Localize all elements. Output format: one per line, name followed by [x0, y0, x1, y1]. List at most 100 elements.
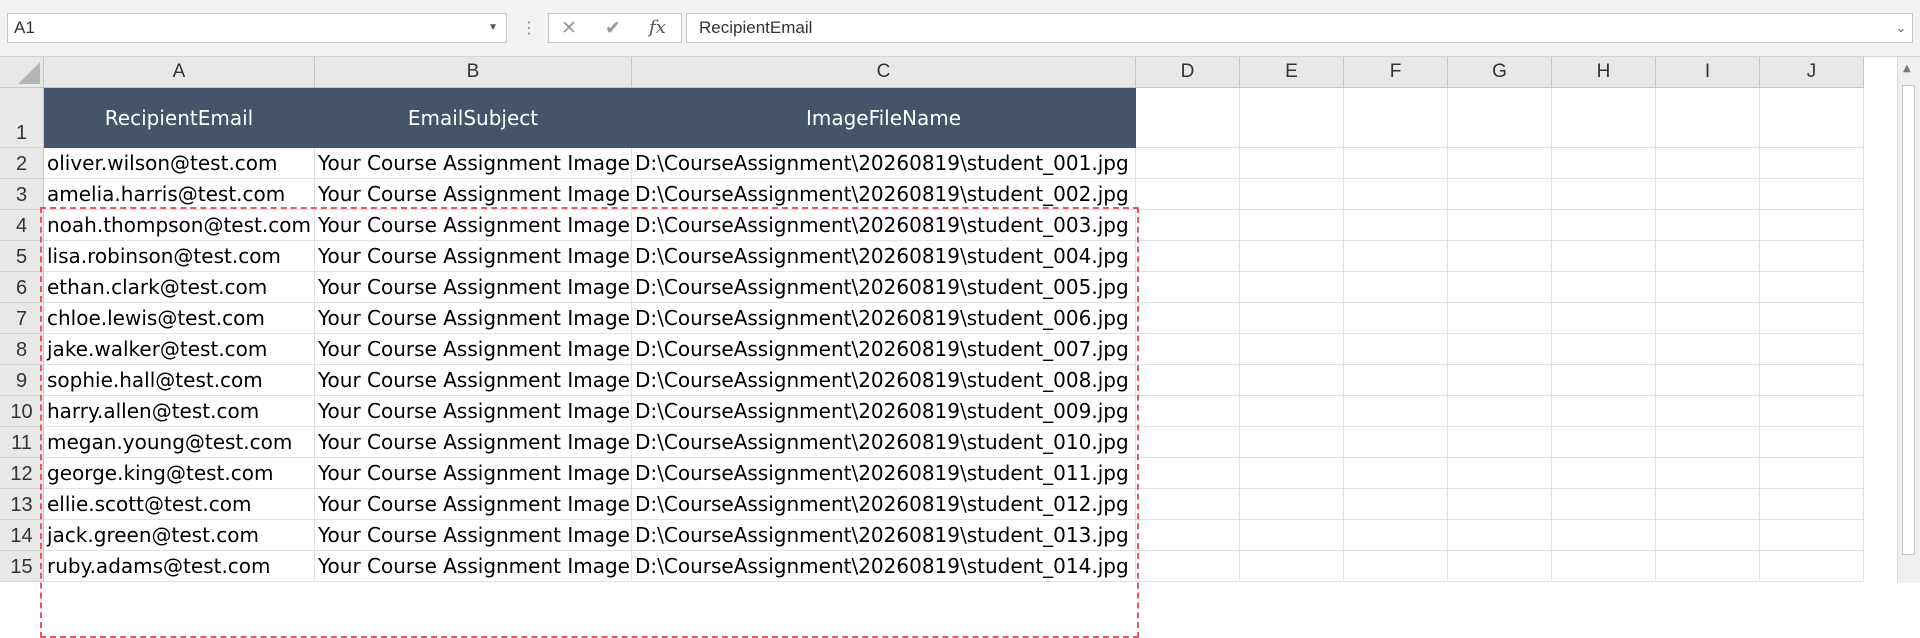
empty-cell[interactable] — [1136, 334, 1240, 365]
row-header[interactable]: 6 — [0, 272, 44, 303]
empty-cell[interactable] — [1344, 365, 1448, 396]
empty-cell[interactable] — [1344, 489, 1448, 520]
empty-cell[interactable] — [1344, 334, 1448, 365]
row-header[interactable]: 15 — [0, 551, 44, 582]
formula-bar-grip-icon[interactable]: ⋮ — [521, 14, 537, 42]
empty-cell[interactable] — [1344, 303, 1448, 334]
insert-function-icon[interactable]: fx — [649, 17, 666, 39]
table-cell[interactable]: Your Course Assignment Image — [315, 458, 632, 489]
empty-cell[interactable] — [1552, 458, 1656, 489]
empty-cell[interactable] — [1344, 551, 1448, 582]
empty-cell[interactable] — [1136, 303, 1240, 334]
table-cell[interactable]: Your Course Assignment Image — [315, 303, 632, 334]
table-cell[interactable]: oliver.wilson@test.com — [44, 148, 315, 179]
empty-cell[interactable] — [1656, 148, 1760, 179]
empty-cell[interactable] — [1344, 427, 1448, 458]
empty-cell[interactable] — [1448, 272, 1552, 303]
table-cell[interactable]: Your Course Assignment Image — [315, 334, 632, 365]
empty-cell[interactable] — [1136, 458, 1240, 489]
row-header[interactable]: 8 — [0, 334, 44, 365]
empty-cell[interactable] — [1344, 148, 1448, 179]
empty-cell[interactable] — [1656, 303, 1760, 334]
scrollbar-thumb[interactable] — [1902, 85, 1915, 555]
empty-cell[interactable] — [1448, 365, 1552, 396]
empty-cell[interactable] — [1136, 551, 1240, 582]
table-cell[interactable]: Your Course Assignment Image — [315, 551, 632, 582]
empty-cell[interactable] — [1552, 334, 1656, 365]
empty-cell[interactable] — [1136, 520, 1240, 551]
row-header[interactable]: 7 — [0, 303, 44, 334]
row-header[interactable]: 4 — [0, 210, 44, 241]
table-cell[interactable]: sophie.hall@test.com — [44, 365, 315, 396]
table-cell[interactable]: D:\CourseAssignment\20260819\student_001… — [632, 148, 1136, 179]
empty-cell[interactable] — [1448, 241, 1552, 272]
table-cell[interactable]: D:\CourseAssignment\20260819\student_008… — [632, 365, 1136, 396]
table-cell[interactable]: D:\CourseAssignment\20260819\student_005… — [632, 272, 1136, 303]
row-header[interactable]: 11 — [0, 427, 44, 458]
column-header-h[interactable]: H — [1552, 57, 1656, 88]
empty-cell[interactable] — [1760, 520, 1864, 551]
table-cell[interactable]: Your Course Assignment Image — [315, 272, 632, 303]
empty-cell[interactable] — [1552, 427, 1656, 458]
table-cell[interactable]: D:\CourseAssignment\20260819\student_013… — [632, 520, 1136, 551]
empty-cell[interactable] — [1240, 303, 1344, 334]
empty-cell[interactable] — [1552, 148, 1656, 179]
table-cell[interactable]: ethan.clark@test.com — [44, 272, 315, 303]
cancel-icon[interactable]: ✕ — [561, 17, 577, 39]
column-header-g[interactable]: G — [1448, 57, 1552, 88]
table-header-cell[interactable]: RecipientEmail — [44, 88, 315, 148]
empty-cell[interactable] — [1760, 148, 1864, 179]
table-cell[interactable]: D:\CourseAssignment\20260819\student_002… — [632, 179, 1136, 210]
row-header[interactable]: 10 — [0, 396, 44, 427]
name-box-dropdown-icon[interactable]: ▼ — [488, 14, 498, 42]
empty-cell[interactable] — [1448, 303, 1552, 334]
empty-cell[interactable] — [1760, 88, 1864, 148]
table-cell[interactable]: Your Course Assignment Image — [315, 210, 632, 241]
empty-cell[interactable] — [1136, 396, 1240, 427]
empty-cell[interactable] — [1760, 489, 1864, 520]
table-cell[interactable]: Your Course Assignment Image — [315, 179, 632, 210]
empty-cell[interactable] — [1344, 88, 1448, 148]
empty-cell[interactable] — [1136, 210, 1240, 241]
table-cell[interactable]: george.king@test.com — [44, 458, 315, 489]
empty-cell[interactable] — [1240, 458, 1344, 489]
empty-cell[interactable] — [1552, 241, 1656, 272]
column-header-e[interactable]: E — [1240, 57, 1344, 88]
empty-cell[interactable] — [1240, 210, 1344, 241]
empty-cell[interactable] — [1552, 396, 1656, 427]
select-all-button[interactable] — [0, 57, 44, 88]
table-cell[interactable]: noah.thompson@test.com — [44, 210, 315, 241]
table-header-cell[interactable]: EmailSubject — [315, 88, 632, 148]
empty-cell[interactable] — [1656, 458, 1760, 489]
empty-cell[interactable] — [1448, 334, 1552, 365]
empty-cell[interactable] — [1760, 210, 1864, 241]
empty-cell[interactable] — [1448, 458, 1552, 489]
name-box[interactable]: A1 ▼ — [7, 13, 507, 43]
column-header-i[interactable]: I — [1656, 57, 1760, 88]
empty-cell[interactable] — [1344, 210, 1448, 241]
empty-cell[interactable] — [1240, 148, 1344, 179]
empty-cell[interactable] — [1760, 241, 1864, 272]
empty-cell[interactable] — [1240, 334, 1344, 365]
empty-cell[interactable] — [1448, 210, 1552, 241]
empty-cell[interactable] — [1552, 210, 1656, 241]
empty-cell[interactable] — [1344, 458, 1448, 489]
column-header-d[interactable]: D — [1136, 57, 1240, 88]
table-cell[interactable]: chloe.lewis@test.com — [44, 303, 315, 334]
empty-cell[interactable] — [1760, 458, 1864, 489]
empty-cell[interactable] — [1760, 272, 1864, 303]
empty-cell[interactable] — [1760, 551, 1864, 582]
empty-cell[interactable] — [1240, 272, 1344, 303]
table-cell[interactable]: Your Course Assignment Image — [315, 241, 632, 272]
empty-cell[interactable] — [1448, 427, 1552, 458]
vertical-scrollbar[interactable]: ▲ — [1897, 57, 1920, 583]
table-cell[interactable]: Your Course Assignment Image — [315, 365, 632, 396]
formula-input[interactable]: RecipientEmail ⌄ — [686, 13, 1913, 43]
empty-cell[interactable] — [1552, 520, 1656, 551]
empty-cell[interactable] — [1448, 489, 1552, 520]
table-cell[interactable]: ruby.adams@test.com — [44, 551, 315, 582]
column-header-c[interactable]: C — [632, 57, 1136, 88]
empty-cell[interactable] — [1448, 179, 1552, 210]
empty-cell[interactable] — [1240, 520, 1344, 551]
empty-cell[interactable] — [1552, 272, 1656, 303]
